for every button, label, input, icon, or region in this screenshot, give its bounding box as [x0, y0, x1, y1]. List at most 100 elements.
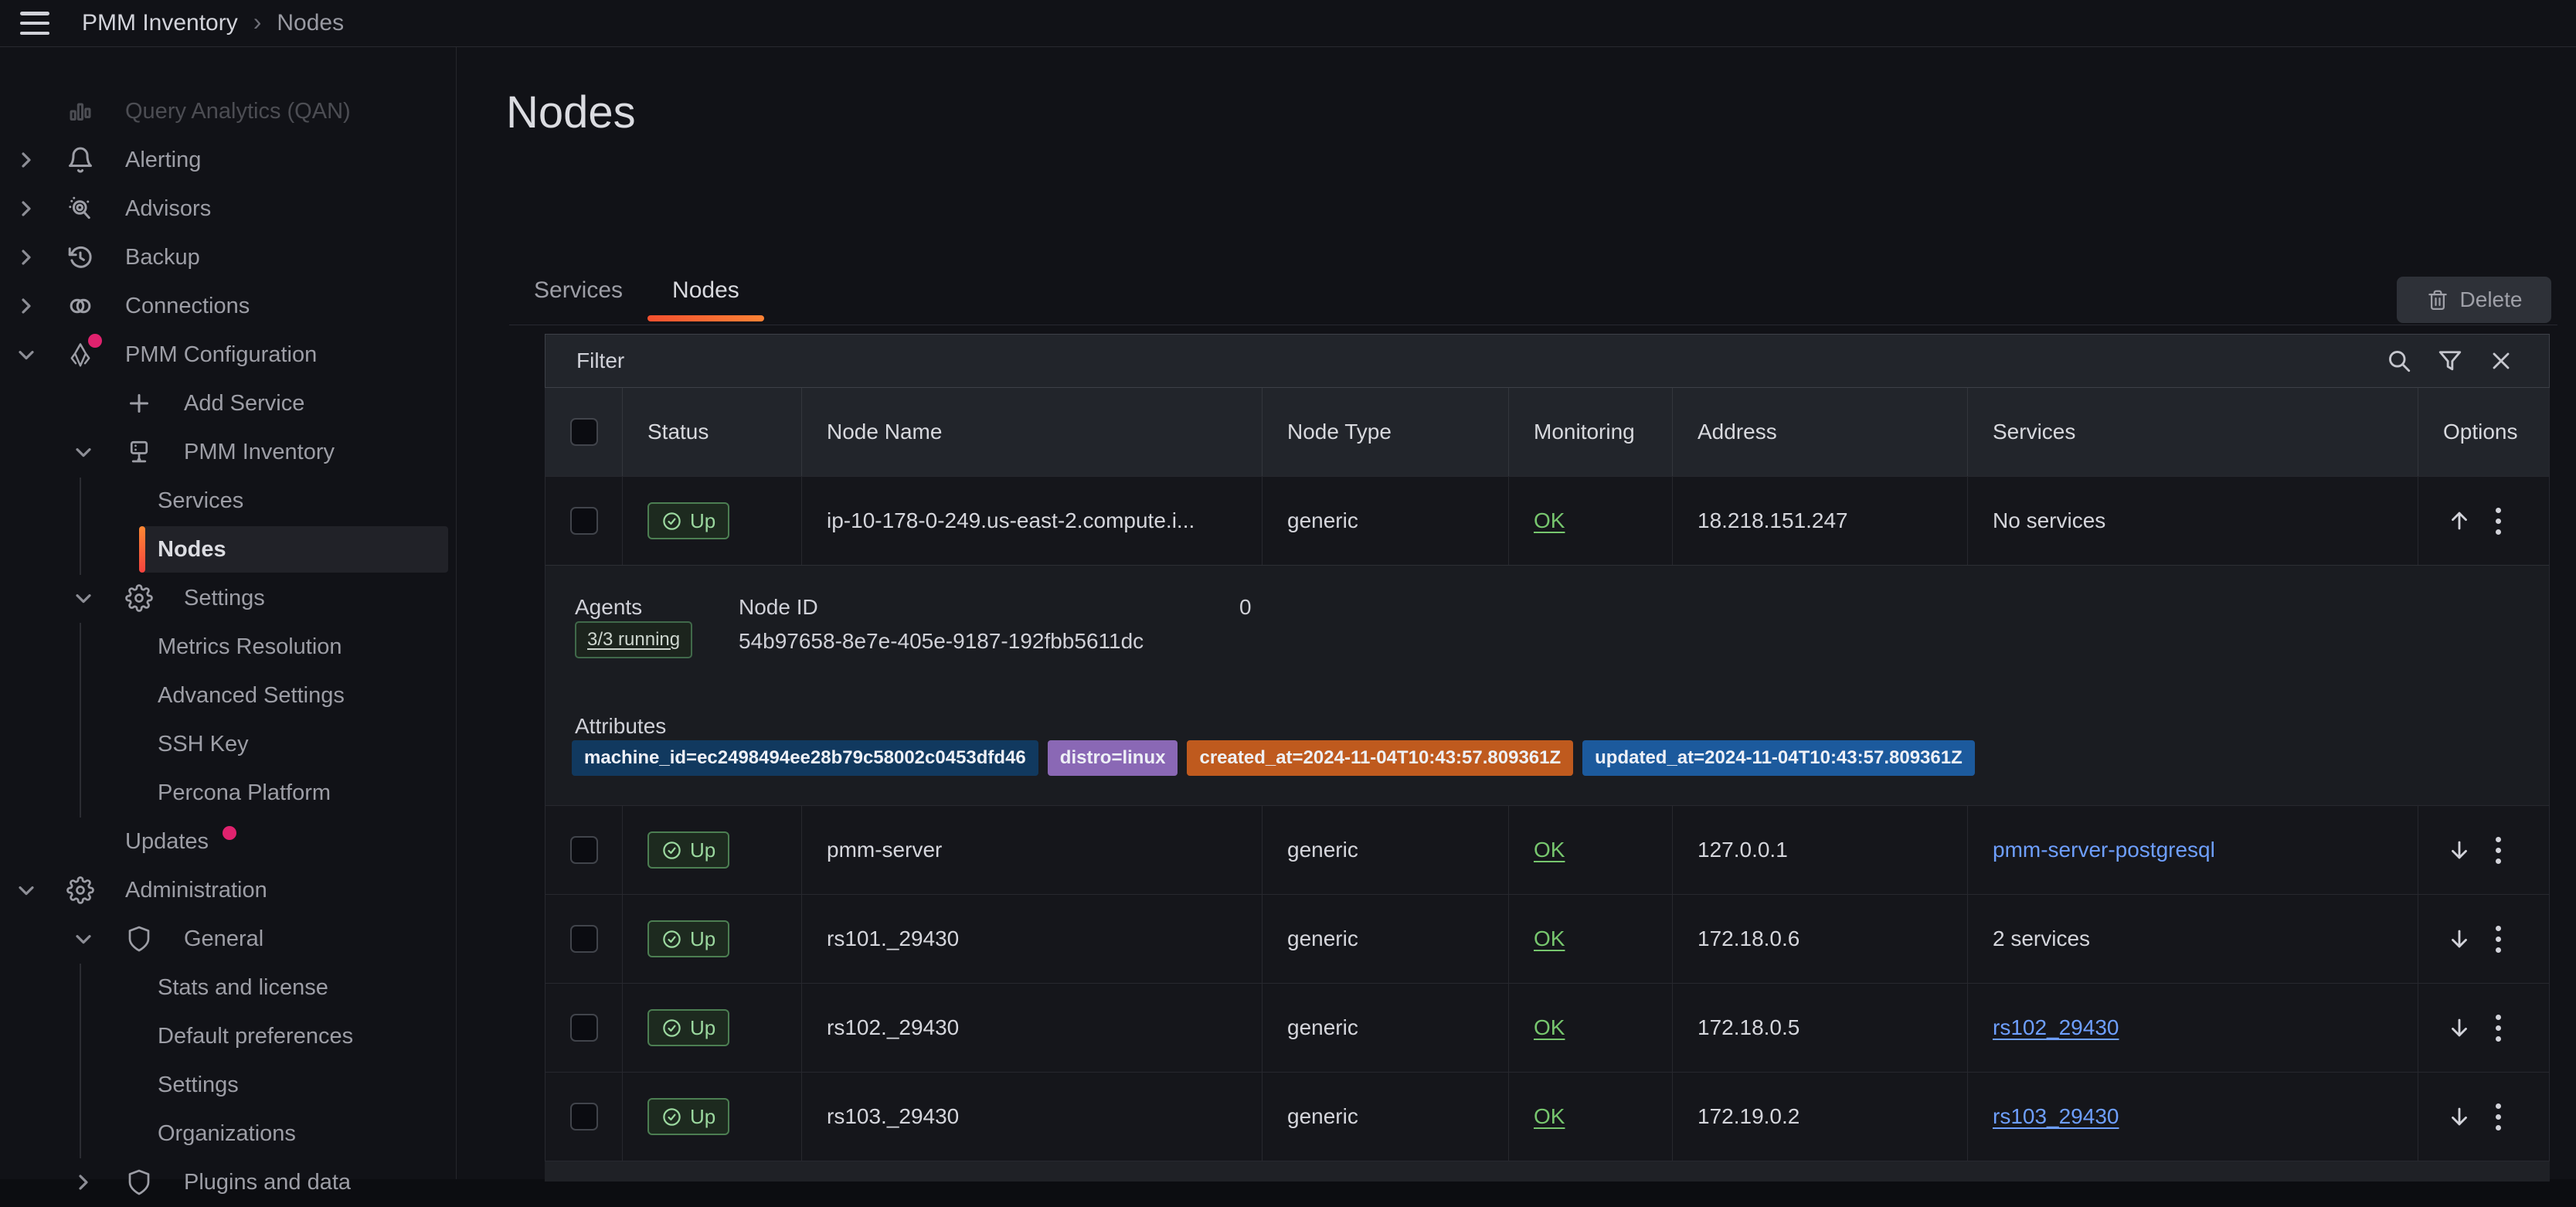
chevron-down-icon[interactable]: [14, 342, 39, 367]
kebab-menu-icon[interactable]: [2493, 1100, 2504, 1134]
sidebar-item-metrics-resolution[interactable]: Metrics Resolution: [0, 622, 456, 672]
close-icon[interactable]: [2487, 347, 2515, 375]
kebab-menu-icon[interactable]: [2493, 923, 2504, 956]
sidebar-item-services[interactable]: Services: [0, 476, 456, 525]
sidebar-item-settings[interactable]: Settings: [0, 573, 456, 623]
sidebar-item-organizations[interactable]: Organizations: [0, 1109, 456, 1158]
gear-icon: [66, 876, 94, 904]
monitoring-ok-link[interactable]: OK: [1534, 838, 1565, 862]
history-clock-icon: [66, 243, 94, 271]
tab-services[interactable]: Services: [509, 263, 647, 318]
expanded-count: 0: [1239, 595, 1252, 620]
sidebar-item-plugins-and-data[interactable]: Plugins and data: [0, 1158, 456, 1207]
node-name: rs101._29430: [802, 895, 1263, 983]
node-id-label: Node ID: [739, 595, 818, 620]
sidebar-item-updates[interactable]: Updates: [0, 817, 456, 866]
sidebar-item-pmm-inventory[interactable]: PMM Inventory: [0, 427, 456, 477]
sidebar-item-general[interactable]: General: [0, 914, 456, 964]
monitoring-ok-link[interactable]: OK: [1534, 1015, 1565, 1040]
sidebar-item-query-analytics[interactable]: Query Analytics (QAN): [0, 87, 456, 136]
sidebar-item-connections[interactable]: Connections: [0, 281, 456, 331]
monitoring-ok-link[interactable]: OK: [1534, 508, 1565, 533]
sidebar-item-nodes[interactable]: Nodes: [0, 525, 456, 574]
kebab-menu-icon[interactable]: [2493, 834, 2504, 867]
sidebar-item-stats-and-license[interactable]: Stats and license: [0, 963, 456, 1012]
expand-row-arrow-down-icon[interactable]: [2446, 837, 2472, 863]
bar-chart-icon: [66, 97, 94, 125]
node-services: 2 services: [1968, 895, 2418, 983]
sidebar-item-advisors[interactable]: Advisors: [0, 184, 456, 233]
server-rack-icon: [125, 438, 153, 466]
chevron-down-icon[interactable]: [71, 926, 96, 951]
check-circle-icon: [661, 1107, 682, 1127]
kebab-menu-icon[interactable]: [2493, 505, 2504, 538]
nodes-table-section: Filter Status Node Name Node Type Monito…: [545, 334, 2550, 1182]
notification-dot: [88, 334, 102, 348]
chevron-right-icon[interactable]: [14, 294, 39, 318]
row-checkbox[interactable]: [570, 1103, 598, 1130]
check-circle-icon: [661, 1018, 682, 1039]
agents-running-badge[interactable]: 3/3 running: [575, 621, 692, 658]
sidebar-item-advanced-settings[interactable]: Advanced Settings: [0, 671, 456, 720]
attributes-badges: machine_id=ec2498494ee28b79c58002c0453df…: [572, 740, 1975, 776]
row-checkbox[interactable]: [570, 1014, 598, 1042]
chevron-right-icon[interactable]: [14, 148, 39, 172]
expand-row-arrow-down-icon[interactable]: [2446, 1015, 2472, 1041]
bell-icon: [66, 146, 94, 174]
service-link[interactable]: rs103_29430: [1993, 1104, 2119, 1129]
expanded-node-details: Agents 3/3 running Node ID 54b97658-8e7e…: [545, 565, 2549, 805]
tab-nodes[interactable]: Nodes: [647, 263, 764, 318]
sidebar-item-alerting[interactable]: Alerting: [0, 135, 456, 185]
sidebar-item-percona-platform[interactable]: Percona Platform: [0, 768, 456, 818]
row-checkbox[interactable]: [570, 836, 598, 864]
chevron-right-icon[interactable]: [14, 245, 39, 270]
linked-rings-icon: [66, 292, 94, 320]
breadcrumb-item-nodes: Nodes: [277, 10, 344, 36]
top-bar: PMM Inventory › Nodes: [0, 0, 2576, 47]
chevron-down-icon[interactable]: [14, 878, 39, 903]
chevron-down-icon[interactable]: [71, 586, 96, 610]
sidebar-item-administration[interactable]: Administration: [0, 865, 456, 915]
funnel-filter-icon[interactable]: [2436, 347, 2464, 375]
service-link[interactable]: rs102_29430: [1993, 1015, 2119, 1040]
menu-toggle-icon[interactable]: [20, 12, 49, 35]
sidebar-item-backup[interactable]: Backup: [0, 233, 456, 282]
table-row: Up ip-10-178-0-249.us-east-2.compute.i..…: [545, 476, 2549, 565]
col-header-options: Options: [2418, 388, 2549, 476]
chevron-right-icon[interactable]: [71, 1170, 96, 1195]
node-address: 172.18.0.6: [1673, 895, 1968, 983]
row-checkbox[interactable]: [570, 507, 598, 535]
row-checkbox[interactable]: [570, 925, 598, 953]
search-icon[interactable]: [2385, 347, 2413, 375]
node-address: 18.218.151.247: [1673, 477, 1968, 565]
service-link[interactable]: pmm-server-postgresql: [1993, 838, 2215, 862]
sidebar-item-settings-general[interactable]: Settings: [0, 1060, 456, 1110]
monitoring-ok-link[interactable]: OK: [1534, 926, 1565, 951]
kebab-menu-icon[interactable]: [2493, 1012, 2504, 1045]
chevron-right-icon[interactable]: [14, 196, 39, 221]
sidebar-item-add-service[interactable]: Add Service: [0, 379, 456, 428]
delete-button[interactable]: Delete: [2397, 277, 2551, 323]
expand-row-arrow-down-icon[interactable]: [2446, 1103, 2472, 1130]
node-services: No services: [1968, 477, 2418, 565]
status-badge: Up: [647, 1098, 729, 1135]
active-indicator-bar: [139, 526, 145, 573]
node-type: generic: [1263, 806, 1509, 894]
monitoring-ok-link[interactable]: OK: [1534, 1104, 1565, 1129]
sidebar-item-default-preferences[interactable]: Default preferences: [0, 1012, 456, 1061]
node-type: generic: [1263, 895, 1509, 983]
col-header-node-name: Node Name: [802, 388, 1263, 476]
col-header-services: Services: [1968, 388, 2418, 476]
tab-bar: Services Nodes: [509, 263, 764, 318]
sidebar-item-pmm-configuration[interactable]: PMM Configuration: [0, 330, 456, 379]
select-all-checkbox[interactable]: [570, 418, 598, 446]
chevron-down-icon[interactable]: [71, 440, 96, 464]
breadcrumb-item-pmm-inventory[interactable]: PMM Inventory: [82, 10, 238, 36]
nav-sidebar: Query Analytics (QAN) Alerting Advisors …: [0, 46, 457, 1179]
page-title: Nodes: [506, 87, 636, 138]
col-header-node-type: Node Type: [1263, 388, 1509, 476]
collapse-row-arrow-up-icon[interactable]: [2446, 508, 2472, 534]
sidebar-item-ssh-key[interactable]: SSH Key: [0, 719, 456, 769]
attributes-label: Attributes: [575, 714, 666, 739]
expand-row-arrow-down-icon[interactable]: [2446, 926, 2472, 952]
